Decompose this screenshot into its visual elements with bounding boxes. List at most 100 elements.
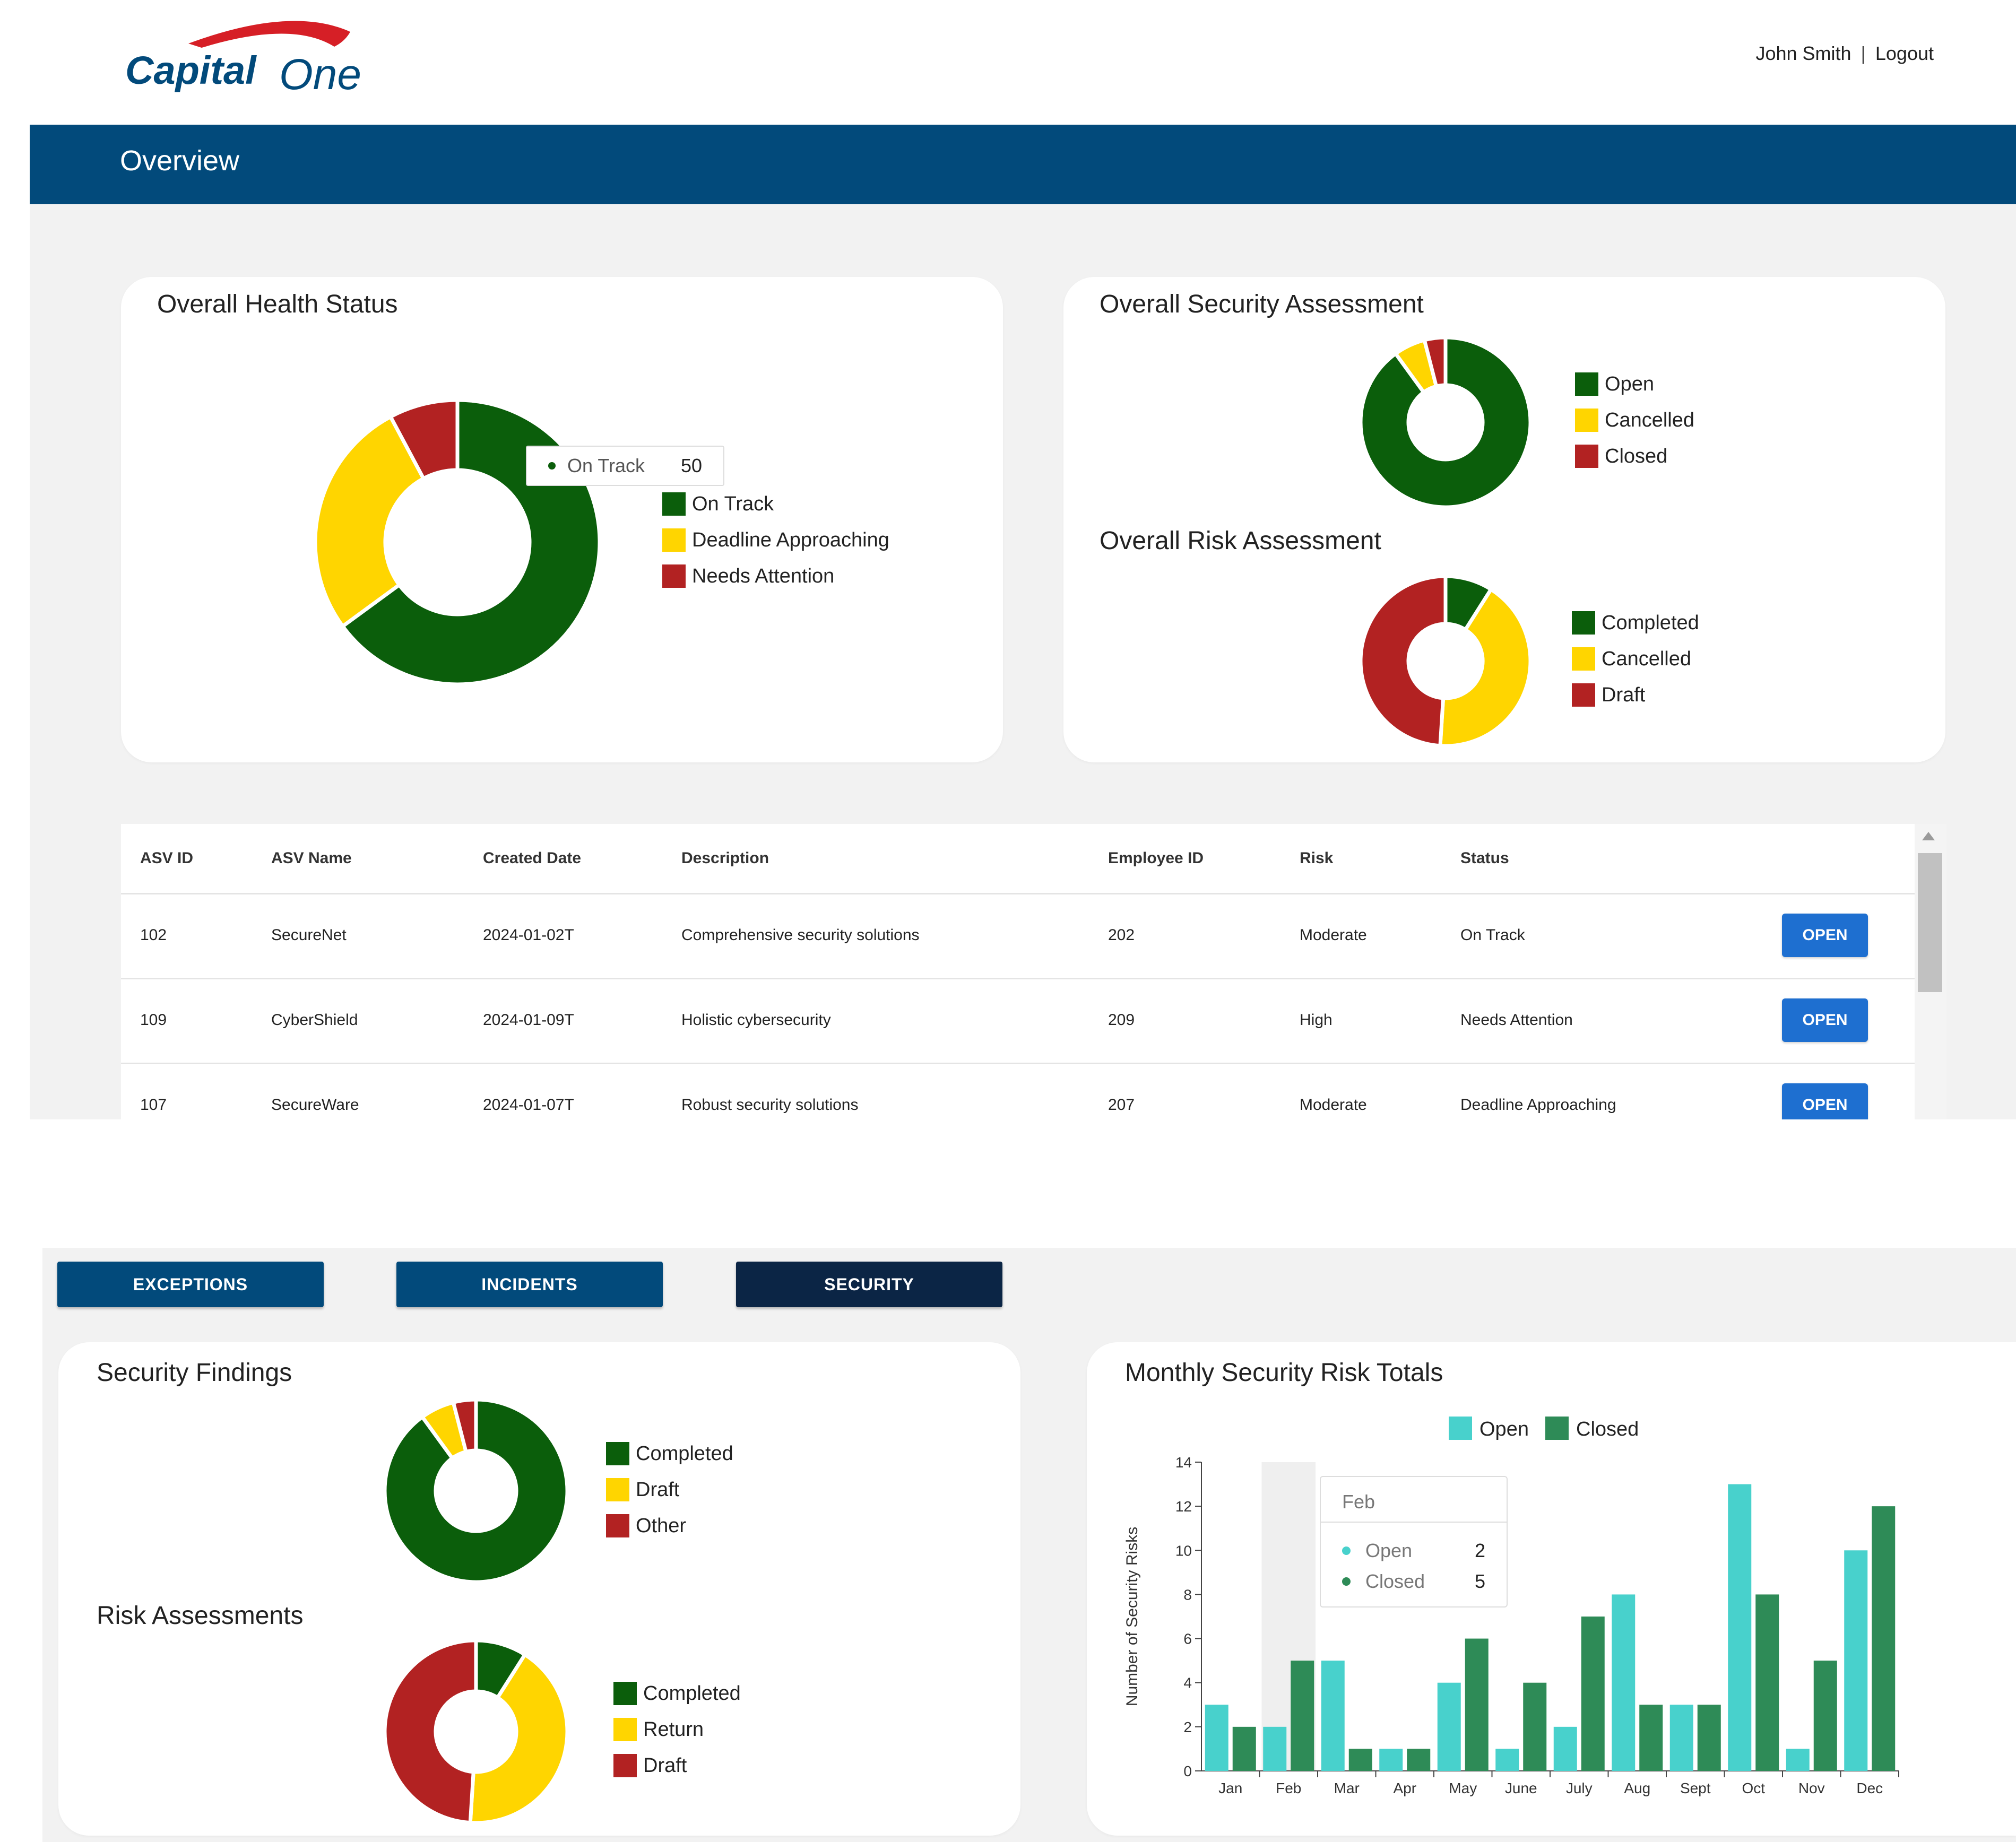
column-header-asv-id[interactable]: ASV ID — [140, 849, 193, 867]
legend-label: Open — [1605, 372, 1654, 395]
x-tick-label: Oct — [1742, 1780, 1765, 1796]
bar-closed-sept[interactable] — [1697, 1705, 1721, 1771]
legend-label: Cancelled — [1605, 409, 1694, 431]
legend-label-open[interactable]: Open — [1479, 1418, 1529, 1440]
donut-slice-draft[interactable] — [1359, 574, 1448, 748]
cell-description: Robust security solutions — [681, 1096, 859, 1114]
legend-item-completed[interactable]: Completed — [606, 1442, 733, 1465]
legend-item-deadline-approaching[interactable]: Deadline Approaching — [662, 528, 889, 552]
donut-slice-draft[interactable] — [383, 1638, 478, 1825]
legend-item-cancelled[interactable]: Cancelled — [1575, 409, 1694, 432]
cell-asv-name: SecureNet — [271, 926, 347, 944]
legend-swatch-green — [1575, 372, 1598, 396]
legend-swatch-red — [606, 1514, 629, 1537]
security-donut-charts[interactable] — [1063, 277, 1945, 762]
legend-item-completed[interactable]: Completed — [1572, 611, 1699, 635]
legend-swatch-closed[interactable] — [1545, 1417, 1569, 1440]
table-scrollbar-thumb[interactable] — [1918, 853, 1942, 992]
cell-risk: Moderate — [1300, 1096, 1367, 1114]
bar-open-sept[interactable] — [1669, 1705, 1693, 1771]
logo-text-capital: Capital — [125, 48, 257, 92]
bar-open-nov[interactable] — [1786, 1749, 1810, 1771]
logout-link[interactable]: Logout — [1875, 42, 1934, 65]
tab-incidents[interactable]: INCIDENTS — [396, 1262, 663, 1307]
findings-donut-charts[interactable] — [58, 1342, 1020, 1836]
tab-security[interactable]: SECURITY — [736, 1262, 1002, 1307]
column-header-risk[interactable]: Risk — [1300, 849, 1333, 867]
bar-chart-tooltip: Feb Open 2 Closed 5 — [1320, 1476, 1508, 1608]
legend-item-completed[interactable]: Completed — [613, 1682, 741, 1705]
bar-open-dec[interactable] — [1844, 1550, 1868, 1771]
bar-closed-july[interactable] — [1581, 1617, 1605, 1771]
legend-item-needs-attention[interactable]: Needs Attention — [662, 564, 889, 588]
column-header-asv-name[interactable]: ASV Name — [271, 849, 352, 867]
user-name[interactable]: John Smith — [1755, 42, 1851, 65]
bar-closed-oct[interactable] — [1755, 1594, 1779, 1771]
bar-open-jan[interactable] — [1205, 1705, 1228, 1771]
legend-item-closed[interactable]: Closed — [1575, 445, 1694, 468]
legend-swatch-yellow — [1575, 409, 1598, 432]
bar-open-july[interactable] — [1553, 1726, 1577, 1771]
table-row[interactable]: 109 CyberShield 2024-01-09T Holistic cyb… — [121, 978, 1915, 1064]
capital-one-logo[interactable]: Capital One — [117, 11, 371, 111]
bar-closed-apr[interactable] — [1407, 1749, 1431, 1771]
risk-assessments-donut-slices[interactable] — [383, 1638, 569, 1825]
bar-open-may[interactable] — [1437, 1682, 1461, 1771]
cell-created-date: 2024-01-02T — [483, 926, 574, 944]
bar-closed-nov[interactable] — [1813, 1661, 1837, 1771]
legend-swatch-open[interactable] — [1449, 1417, 1472, 1440]
cell-asv-id: 102 — [140, 926, 167, 944]
table-row[interactable]: 107 SecureWare 2024-01-07T Robust securi… — [121, 1063, 1915, 1119]
legend-item-cancelled[interactable]: Cancelled — [1572, 647, 1699, 671]
legend-item-draft[interactable]: Draft — [613, 1754, 741, 1777]
bar-closed-jan[interactable] — [1232, 1726, 1256, 1771]
risk-legend: Completed Cancelled Draft — [1572, 611, 1699, 707]
legend-item-draft[interactable]: Draft — [1572, 683, 1699, 707]
scroll-up-arrow-icon[interactable] — [1922, 832, 1935, 840]
legend-label-closed[interactable]: Closed — [1576, 1418, 1639, 1440]
legend-item-return[interactable]: Return — [613, 1718, 741, 1741]
cell-description: Holistic cybersecurity — [681, 1011, 831, 1029]
x-tick-label: June — [1505, 1780, 1537, 1796]
legend-item-on-track[interactable]: On Track — [662, 492, 889, 516]
y-tick-label: 12 — [1175, 1498, 1192, 1515]
bar-closed-feb[interactable] — [1291, 1661, 1314, 1771]
bar-closed-dec[interactable] — [1872, 1506, 1896, 1771]
legend-swatch-yellow — [606, 1478, 629, 1501]
bar-closed-june[interactable] — [1523, 1682, 1547, 1771]
bar-open-apr[interactable] — [1379, 1749, 1403, 1771]
bar-open-june[interactable] — [1495, 1749, 1519, 1771]
bar-open-feb[interactable] — [1263, 1726, 1287, 1771]
bar-closed-mar[interactable] — [1348, 1749, 1372, 1771]
legend-item-open[interactable]: Open — [1575, 372, 1694, 396]
legend-item-other[interactable]: Other — [606, 1514, 733, 1537]
table-row[interactable]: 102 SecureNet 2024-01-02T Comprehensive … — [121, 893, 1915, 979]
legend-label: Draft — [1602, 683, 1646, 706]
findings-donut-slices[interactable] — [383, 1397, 569, 1584]
bar-open-mar[interactable] — [1321, 1661, 1345, 1771]
bar-closed-may[interactable] — [1465, 1638, 1489, 1771]
monthly-risk-bar-chart[interactable]: 0 2 4 6 8 10 12 14 Number of Security Risks Jan Fe… — [1087, 1342, 2016, 1836]
open-button[interactable]: OPEN — [1782, 998, 1868, 1042]
cell-employee-id: 207 — [1108, 1096, 1135, 1114]
x-tick-label: Mar — [1334, 1780, 1360, 1796]
open-button[interactable]: OPEN — [1782, 1083, 1868, 1119]
legend-item-draft[interactable]: Draft — [606, 1478, 733, 1501]
tooltip-row-closed: Closed 5 — [1342, 1570, 1485, 1593]
column-header-employee-id[interactable]: Employee ID — [1108, 849, 1204, 867]
open-button[interactable]: OPEN — [1782, 914, 1868, 957]
x-tick-label: Nov — [1798, 1780, 1825, 1796]
column-header-status[interactable]: Status — [1460, 849, 1509, 867]
bar-open-oct[interactable] — [1728, 1484, 1752, 1771]
bar-closed-aug[interactable] — [1639, 1705, 1663, 1771]
column-header-created-date[interactable]: Created Date — [483, 849, 581, 867]
security-donut-slices[interactable] — [1359, 335, 1533, 509]
cell-asv-id: 109 — [140, 1011, 167, 1029]
bar-open-aug[interactable] — [1612, 1594, 1636, 1771]
risk-donut-slices[interactable] — [1359, 574, 1533, 748]
health-donut-slices[interactable] — [313, 398, 602, 687]
tab-exceptions[interactable]: EXCEPTIONS — [57, 1262, 324, 1307]
column-header-description[interactable]: Description — [681, 849, 769, 867]
x-tick-label: Apr — [1393, 1780, 1416, 1796]
tooltip-value: 5 — [1474, 1570, 1485, 1592]
